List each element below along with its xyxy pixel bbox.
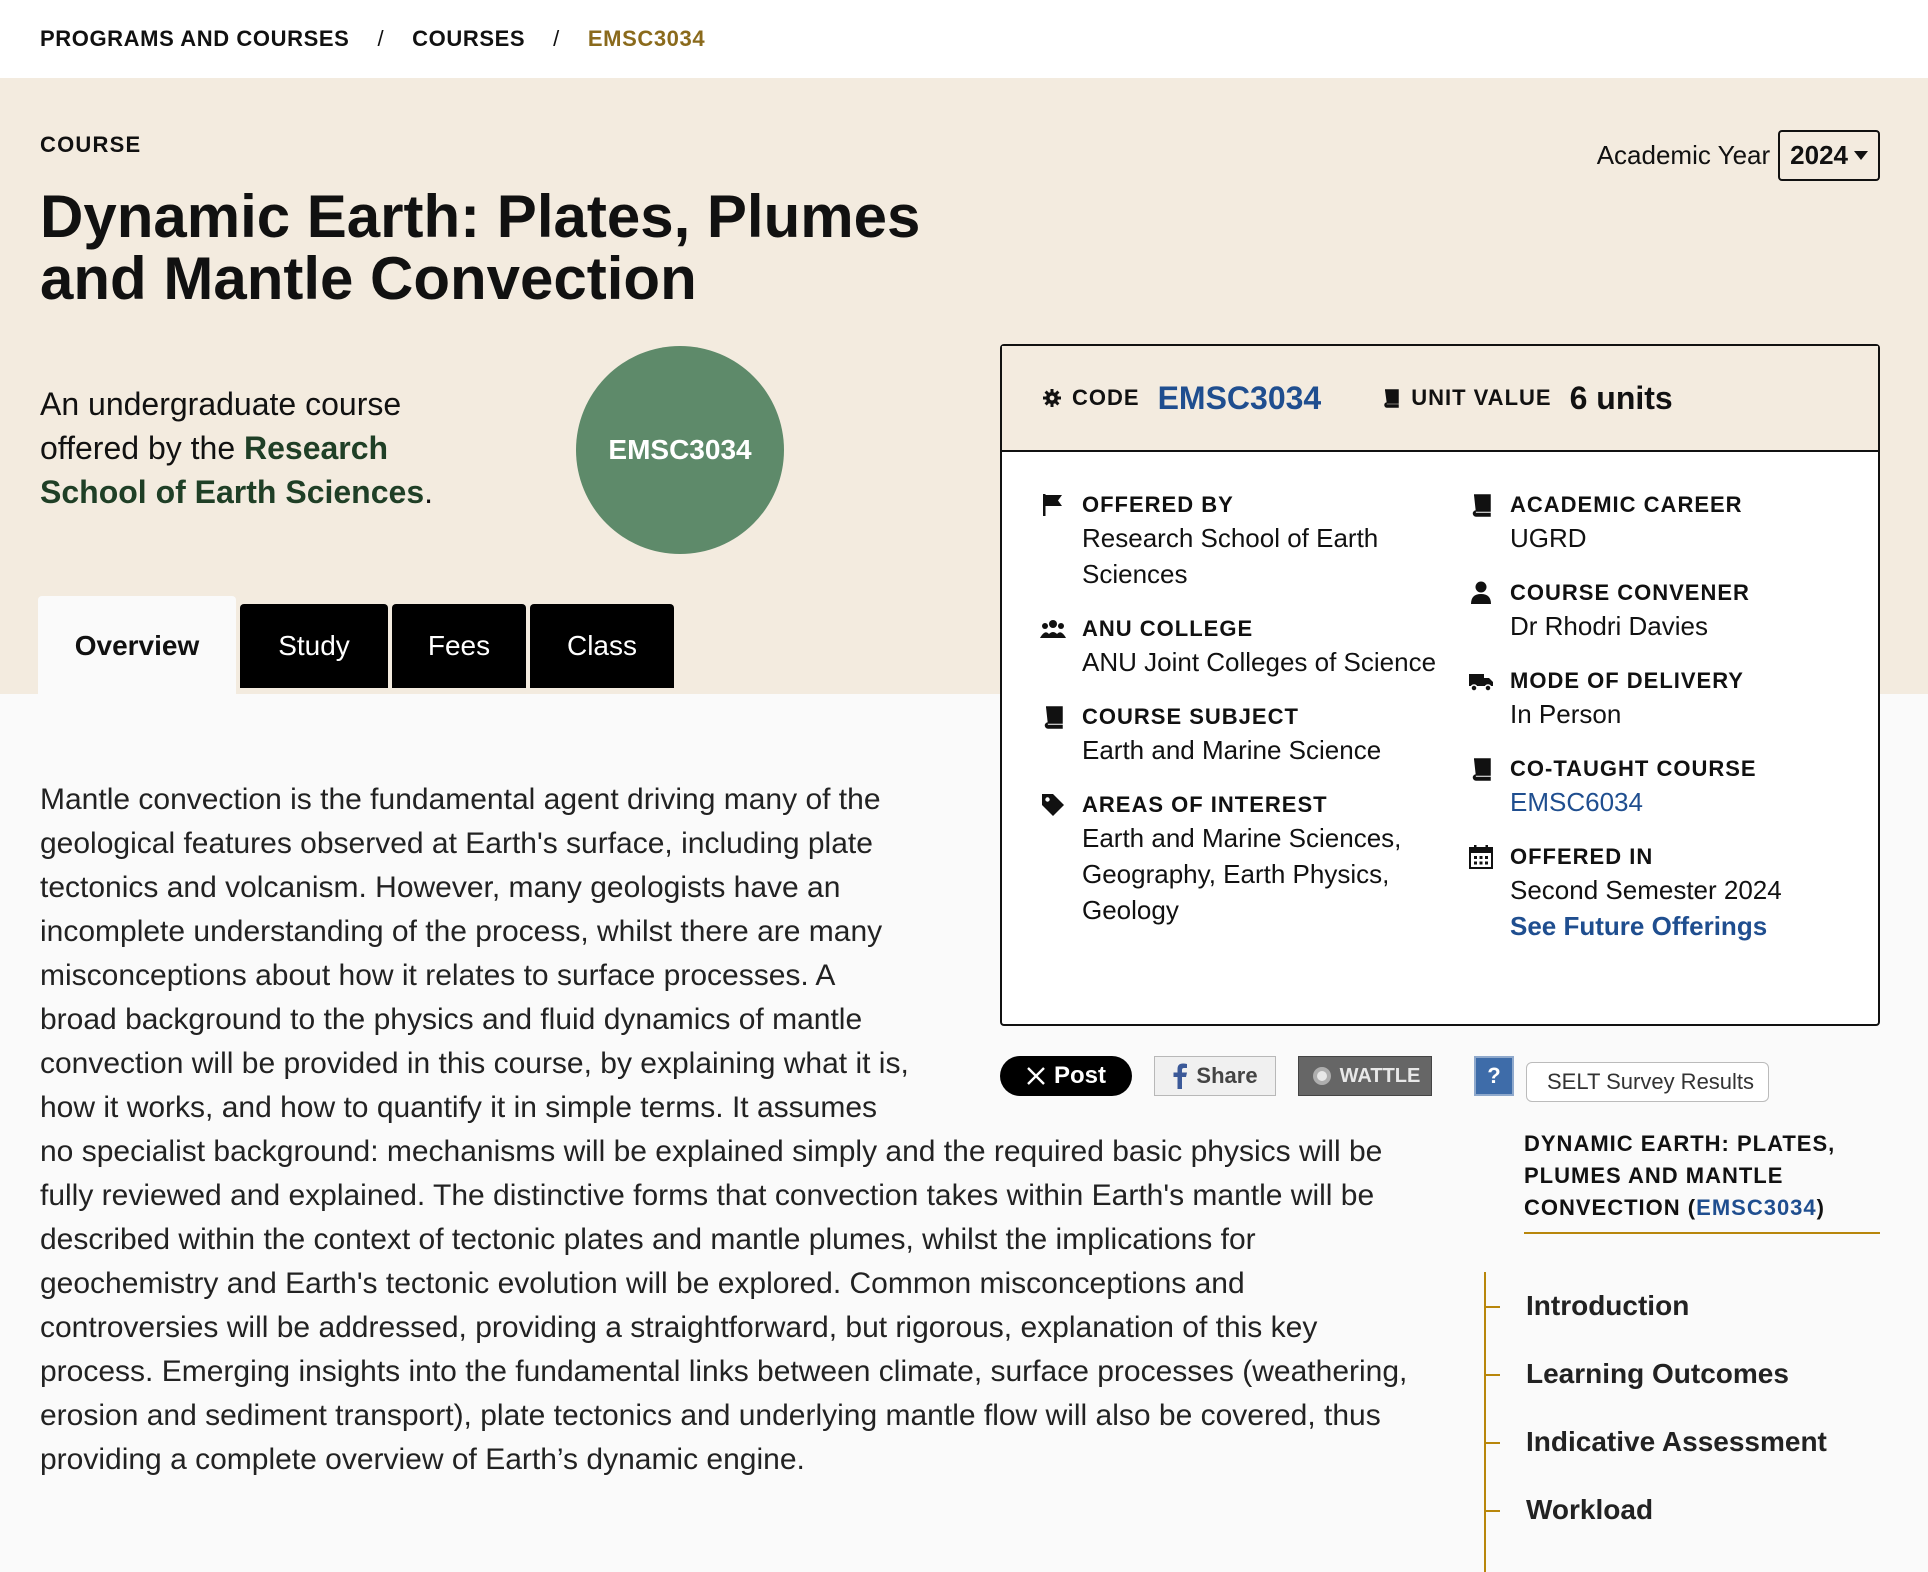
offered-in-field: OFFERED IN Second Semester 2024 See Futu…: [1468, 842, 1868, 944]
description-float-spacer: [918, 778, 1410, 1114]
breadcrumb-separator: /: [553, 26, 560, 51]
academic-career-field: ACADEMIC CAREER UGRD: [1468, 490, 1868, 556]
course-intro: An undergraduate course offered by the R…: [40, 382, 460, 514]
unit-value: 6 units: [1569, 379, 1673, 416]
code-field: CODE EMSC3034: [1042, 380, 1321, 417]
sidebar-title-close: ): [1816, 1195, 1825, 1220]
sidebar-item-workload[interactable]: Workload: [1486, 1476, 1827, 1544]
sidebar-nav: Introduction Learning Outcomes Indicativ…: [1484, 1272, 1827, 1572]
offered-by-label: OFFERED BY: [1082, 492, 1234, 517]
course-convener-value: Dr Rhodri Davies: [1510, 611, 1708, 641]
academic-year-selector: Academic Year 2024: [1597, 130, 1880, 181]
offered-in-label: OFFERED IN: [1510, 844, 1654, 869]
sidebar-title-open: (: [1680, 1195, 1697, 1220]
course-code-badge: EMSC3034: [576, 346, 784, 554]
tab-study[interactable]: Study: [240, 604, 388, 688]
course-type-label: COURSE: [40, 132, 142, 157]
breadcrumb: PROGRAMS AND COURSES / COURSES / EMSC303…: [0, 0, 1928, 78]
course-subject-field: COURSE SUBJECT Earth and Marine Science: [1040, 702, 1440, 768]
course-convener-field: COURSE CONVENER Dr Rhodri Davies: [1468, 578, 1868, 644]
mode-of-delivery-label: MODE OF DELIVERY: [1510, 668, 1744, 693]
co-taught-course-label: CO-TAUGHT COURSE: [1510, 756, 1757, 781]
offered-by-field: OFFERED BY Research School of Earth Scie…: [1040, 490, 1440, 592]
offered-in-value: Second Semester 2024: [1510, 875, 1782, 905]
book-icon: [1384, 389, 1399, 408]
academic-year-value: 2024: [1790, 140, 1848, 170]
user-icon: [1471, 581, 1491, 604]
tab-overview[interactable]: Overview: [38, 596, 236, 696]
code-label: CODE: [1072, 385, 1140, 410]
card-right-column: ACADEMIC CAREER UGRD COURSE CONVENER Dr …: [1468, 490, 1868, 966]
breadcrumb-separator: /: [377, 26, 385, 51]
academic-year-dropdown[interactable]: 2024: [1778, 130, 1880, 181]
co-taught-course-link[interactable]: EMSC6034: [1510, 784, 1868, 820]
flag-icon: [1043, 494, 1062, 516]
unit-value-field: UNIT VALUE 6 units: [1381, 380, 1673, 417]
breadcrumb-programs-and-courses[interactable]: PROGRAMS AND COURSES: [40, 26, 349, 52]
anu-college-field: ANU COLLEGE ANU Joint Colleges of Scienc…: [1040, 614, 1440, 680]
caret-down-icon: [1854, 150, 1868, 160]
book-icon: [1472, 494, 1491, 517]
course-tabs: Overview Study Fees Class: [38, 596, 674, 696]
intro-suffix: .: [424, 474, 433, 510]
co-taught-course-field: CO-TAUGHT COURSE EMSC6034: [1468, 754, 1868, 820]
course-convener-label: COURSE CONVENER: [1510, 580, 1750, 605]
course-subject-label: COURSE SUBJECT: [1082, 704, 1299, 729]
calendar-icon: [1469, 845, 1493, 869]
unit-value-label: UNIT VALUE: [1411, 385, 1552, 410]
book-icon: [1472, 758, 1491, 781]
truck-icon: [1469, 674, 1493, 692]
cog-icon: [1043, 389, 1061, 407]
anu-college-label: ANU COLLEGE: [1082, 616, 1254, 641]
offered-by-value: Research School of Earth Sciences: [1082, 523, 1379, 589]
code-value: EMSC3034: [1157, 379, 1322, 416]
academic-career-label: ACADEMIC CAREER: [1510, 492, 1743, 517]
sidebar-course-code-link[interactable]: EMSC3034: [1696, 1195, 1817, 1220]
card-header: CODE EMSC3034 UNIT VALUE 6 units: [1002, 346, 1878, 452]
tab-class[interactable]: Class: [530, 604, 674, 688]
mode-of-delivery-value: In Person: [1510, 699, 1622, 729]
course-description: Mantle convection is the fundamental age…: [40, 778, 1410, 1482]
sidebar-item-indicative-assessment[interactable]: Indicative Assessment: [1486, 1408, 1827, 1476]
anu-college-value: ANU Joint Colleges of Science: [1082, 647, 1437, 677]
sidebar-item-learning-outcomes[interactable]: Learning Outcomes: [1486, 1340, 1827, 1408]
sidebar-item-introduction[interactable]: Introduction: [1486, 1272, 1827, 1340]
selt-survey-results-link[interactable]: SELT Survey Results: [1526, 1062, 1770, 1102]
page-title: Dynamic Earth: Plates, Plumes and Mantle…: [40, 183, 921, 312]
mode-of-delivery-field: MODE OF DELIVERY In Person: [1468, 666, 1868, 732]
academic-career-value: UGRD: [1510, 523, 1587, 553]
course-subject-value: Earth and Marine Science: [1082, 735, 1382, 765]
academic-year-label: Academic Year: [1596, 140, 1771, 170]
tab-fees[interactable]: Fees: [392, 604, 526, 688]
users-icon: [1040, 620, 1066, 638]
book-icon: [1044, 706, 1063, 729]
see-future-offerings-link[interactable]: See Future Offerings: [1510, 908, 1868, 944]
sidebar-course-title: DYNAMIC EARTH: PLATES, PLUMES AND MANTLE…: [1524, 1128, 1880, 1234]
breadcrumb-current: EMSC3034: [587, 26, 706, 51]
breadcrumb-courses[interactable]: COURSES: [412, 26, 525, 52]
help-icon[interactable]: ?: [1474, 1056, 1514, 1096]
